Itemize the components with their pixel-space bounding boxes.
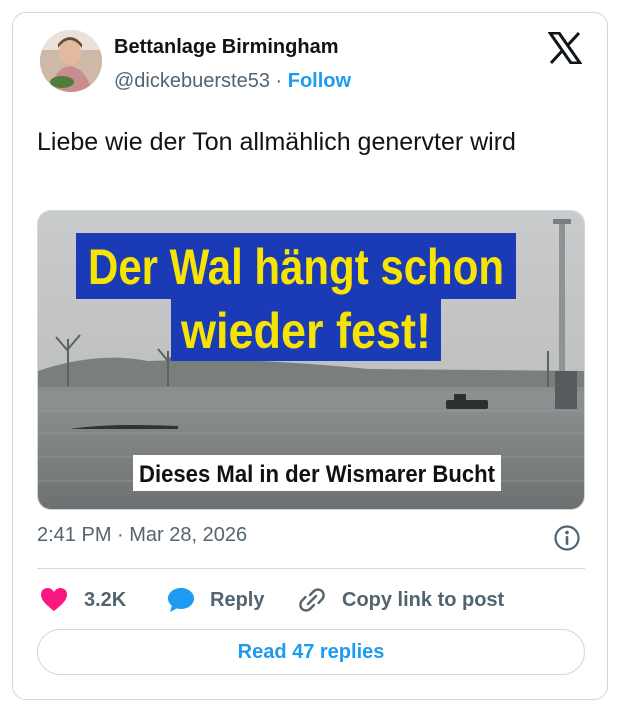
like-button[interactable]: 3.2K	[40, 585, 126, 615]
info-icon[interactable]	[553, 524, 581, 552]
separator-dot: ·	[275, 70, 283, 92]
x-logo-icon[interactable]	[548, 32, 582, 64]
avatar[interactable]	[40, 30, 102, 92]
reply-button[interactable]: Reply	[166, 585, 264, 615]
author-handle[interactable]: @dickebuerste53	[114, 70, 270, 92]
reply-label: Reply	[210, 588, 265, 611]
like-count: 3.2K	[84, 588, 127, 611]
author-handle-row: @dickebuerste53 · Follow	[114, 70, 351, 93]
tweet-timestamp[interactable]: 2:41 PM · Mar 28, 2026	[37, 524, 247, 547]
heart-icon	[41, 588, 67, 611]
headline-line1: Der Wal hängt schon	[88, 239, 504, 295]
author-name[interactable]: Bettanlage Birmingham	[114, 36, 338, 59]
copy-link-label: Copy link to post	[342, 588, 505, 611]
link-icon	[299, 588, 325, 612]
speech-bubble-icon	[168, 588, 194, 612]
follow-button[interactable]: Follow	[288, 70, 351, 92]
divider	[37, 568, 585, 569]
copy-link-button[interactable]: Copy link to post	[298, 585, 504, 615]
tweet-text: Liebe wie der Ton allmählich genervter w…	[37, 128, 516, 156]
image-caption: Dieses Mal in der Wismarer Bucht	[139, 461, 495, 488]
read-replies-button[interactable]: Read 47 replies	[37, 629, 585, 675]
headline-line2: wieder fest!	[180, 303, 431, 359]
media-image[interactable]: Der Wal hängt schon wieder fest! Dieses …	[37, 210, 585, 510]
